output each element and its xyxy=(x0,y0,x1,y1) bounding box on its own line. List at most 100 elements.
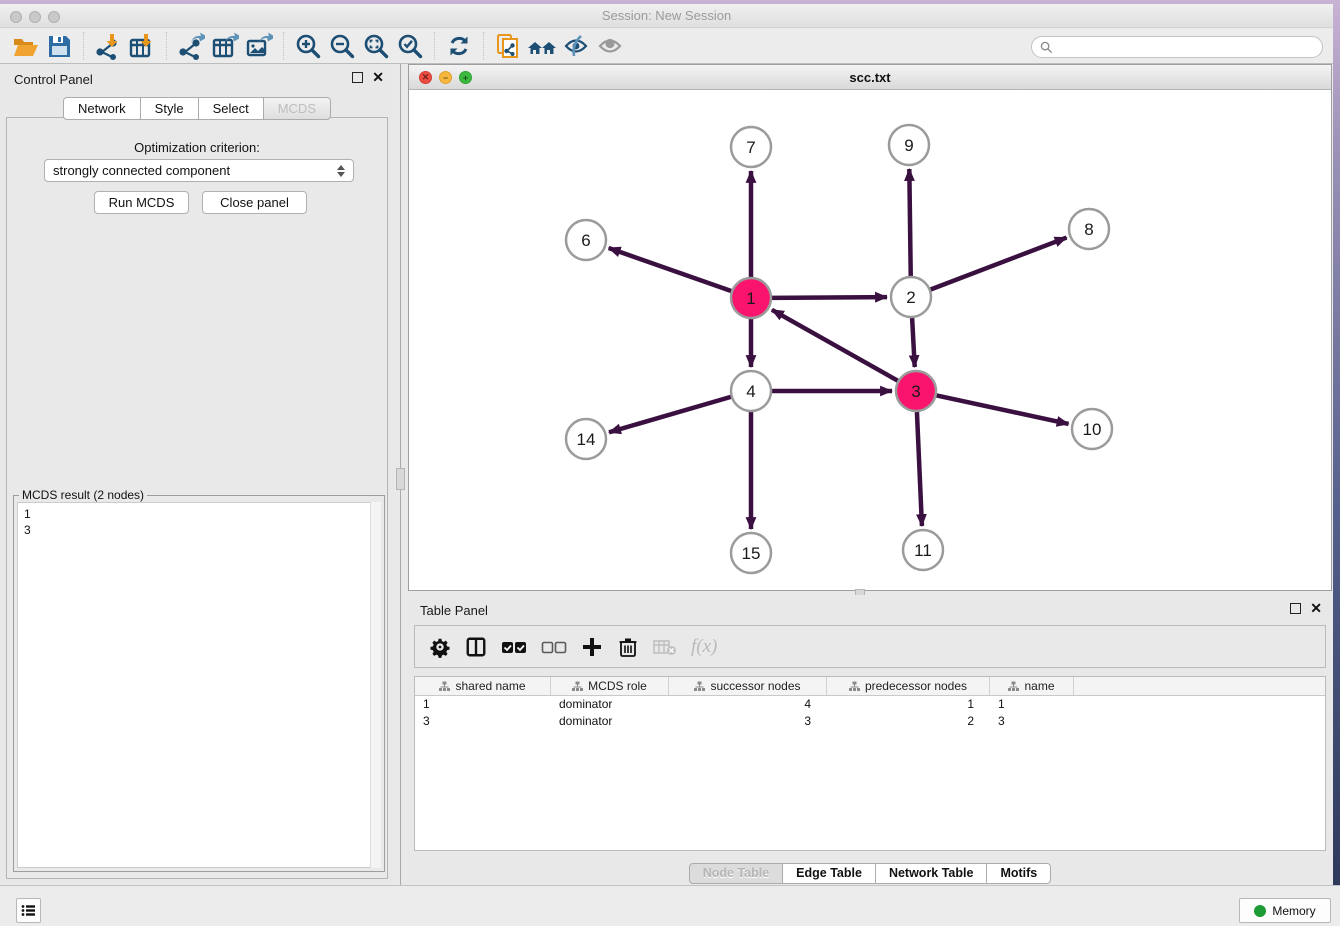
memory-button[interactable]: Memory xyxy=(1239,898,1331,923)
column-header-shared-name[interactable]: shared name xyxy=(415,677,551,695)
search-box[interactable] xyxy=(1031,36,1323,58)
tab-network-table[interactable]: Network Table xyxy=(875,863,988,884)
import-network-icon[interactable] xyxy=(91,31,125,61)
edge-3-11[interactable] xyxy=(917,412,922,526)
column-header-MCDS-role[interactable]: MCDS role xyxy=(551,677,669,695)
table-row[interactable]: 1dominator411 xyxy=(415,696,1325,713)
edge-2-8[interactable] xyxy=(931,238,1067,290)
edge-4-14[interactable] xyxy=(609,397,731,432)
graph-node-label: 3 xyxy=(911,382,920,401)
table-tabs: Node TableEdge TableNetwork TableMotifs xyxy=(408,863,1332,884)
add-row-icon[interactable] xyxy=(581,634,603,660)
table-cell: 3 xyxy=(415,713,551,730)
edge-2-3[interactable] xyxy=(912,318,915,367)
open-session-icon[interactable] xyxy=(8,31,42,61)
application-window: Session: New Session Control Panel ✕ Net… xyxy=(0,4,1333,926)
tab-edge-table[interactable]: Edge Table xyxy=(782,863,876,884)
home-icon[interactable] xyxy=(525,31,559,61)
column-header-predecessor-nodes[interactable]: predecessor nodes xyxy=(827,677,990,695)
clear-selection-icon[interactable] xyxy=(541,634,567,660)
memory-status-icon xyxy=(1254,905,1266,917)
refresh-layout-icon[interactable] xyxy=(442,31,476,61)
graph-node-label: 11 xyxy=(914,541,932,560)
network-view-window: ✕ − + scc.txt 7968124314101511 xyxy=(408,64,1332,591)
tab-style[interactable]: Style xyxy=(140,97,199,120)
close-panel-icon[interactable]: ✕ xyxy=(372,72,384,83)
criterion-dropdown[interactable]: strongly connected component xyxy=(44,159,354,182)
control-panel-title: Control Panel xyxy=(14,72,93,87)
delete-row-icon[interactable] xyxy=(617,634,639,660)
toolbar-separator xyxy=(83,32,84,60)
table-cell: 1 xyxy=(415,696,551,713)
show-graphics-details-icon[interactable] xyxy=(593,31,627,61)
close-table-panel-icon[interactable]: ✕ xyxy=(1310,603,1322,614)
network-canvas[interactable]: 7968124314101511 xyxy=(409,90,1331,590)
column-header-successor-nodes[interactable]: successor nodes xyxy=(669,677,827,695)
float-panel-icon[interactable] xyxy=(352,72,363,83)
graph-node-label: 6 xyxy=(581,231,590,250)
save-session-icon[interactable] xyxy=(42,31,76,61)
column-header-name[interactable]: name xyxy=(990,677,1074,695)
zoom-selected-icon[interactable] xyxy=(393,31,427,61)
table-panel-title: Table Panel xyxy=(420,603,488,618)
graph-node-label: 14 xyxy=(577,430,596,449)
memory-label: Memory xyxy=(1272,904,1315,918)
edge-1-6[interactable] xyxy=(609,248,732,291)
table-cell: 4 xyxy=(669,696,827,713)
table-cell: 1 xyxy=(827,696,990,713)
graph-node-label: 1 xyxy=(746,289,755,308)
column-type-icon xyxy=(1008,681,1019,692)
column-type-icon xyxy=(439,681,450,692)
close-panel-button[interactable]: Close panel xyxy=(202,191,307,214)
graph-node-label: 9 xyxy=(904,136,913,155)
tab-node-table[interactable]: Node Table xyxy=(689,863,783,884)
table-row[interactable]: 3dominator323 xyxy=(415,713,1325,730)
network-window-titlebar: ✕ − + scc.txt xyxy=(409,65,1331,90)
export-table-icon[interactable] xyxy=(208,31,242,61)
table-cell: dominator xyxy=(551,713,669,730)
optimization-label: Optimization criterion: xyxy=(0,140,394,155)
graph-node-label: 2 xyxy=(906,288,915,307)
edge-3-1[interactable] xyxy=(772,310,898,381)
export-image-icon[interactable] xyxy=(242,31,276,61)
control-panel: Control Panel ✕ NetworkStyleSelectMCDS O… xyxy=(0,64,394,885)
edge-2-9[interactable] xyxy=(909,169,910,276)
function-builder-icon[interactable]: f(x) xyxy=(691,634,717,660)
clipboard-network-icon[interactable] xyxy=(491,31,525,61)
table-header-row: shared nameMCDS rolesuccessor nodesprede… xyxy=(415,677,1325,696)
zoom-out-icon[interactable] xyxy=(325,31,359,61)
delete-table-icon[interactable] xyxy=(653,634,677,660)
table-cell: 3 xyxy=(669,713,827,730)
import-table-icon[interactable] xyxy=(125,31,159,61)
table-cell: 1 xyxy=(990,696,1074,713)
tab-motifs[interactable]: Motifs xyxy=(986,863,1051,884)
tab-select[interactable]: Select xyxy=(198,97,264,120)
search-input[interactable] xyxy=(1053,40,1314,54)
node-table: shared nameMCDS rolesuccessor nodesprede… xyxy=(414,676,1326,851)
vertical-splitter-handle[interactable] xyxy=(396,468,405,490)
mcds-result-list[interactable]: 1 3 xyxy=(17,502,381,868)
select-all-icon[interactable] xyxy=(501,634,527,660)
edge-3-10[interactable] xyxy=(937,395,1069,424)
table-panel: Table Panel ✕ f(x) shared nameMCDS roles… xyxy=(408,595,1332,885)
hide-graphics-details-icon[interactable] xyxy=(559,31,593,61)
titlebar: Session: New Session xyxy=(0,4,1333,28)
network-graph[interactable]: 7968124314101511 xyxy=(409,90,1331,590)
show-columns-icon[interactable] xyxy=(465,634,487,660)
result-scrollbar[interactable] xyxy=(370,502,381,868)
zoom-in-icon[interactable] xyxy=(291,31,325,61)
table-cell: dominator xyxy=(551,696,669,713)
export-network-icon[interactable] xyxy=(174,31,208,61)
show-panels-button[interactable] xyxy=(16,898,41,923)
dropdown-stepper-icon xyxy=(337,165,345,177)
graph-node-label: 7 xyxy=(746,138,755,157)
tab-network[interactable]: Network xyxy=(63,97,141,120)
run-mcds-button[interactable]: Run MCDS xyxy=(94,191,189,214)
zoom-fit-icon[interactable] xyxy=(359,31,393,61)
float-table-panel-icon[interactable] xyxy=(1290,603,1301,614)
edge-1-2[interactable] xyxy=(772,297,887,298)
tab-mcds[interactable]: MCDS xyxy=(263,97,331,120)
mcds-result-group: MCDS result (2 nodes) 1 3 xyxy=(13,495,385,872)
network-window-title: scc.txt xyxy=(409,70,1331,85)
table-settings-icon[interactable] xyxy=(429,634,451,660)
